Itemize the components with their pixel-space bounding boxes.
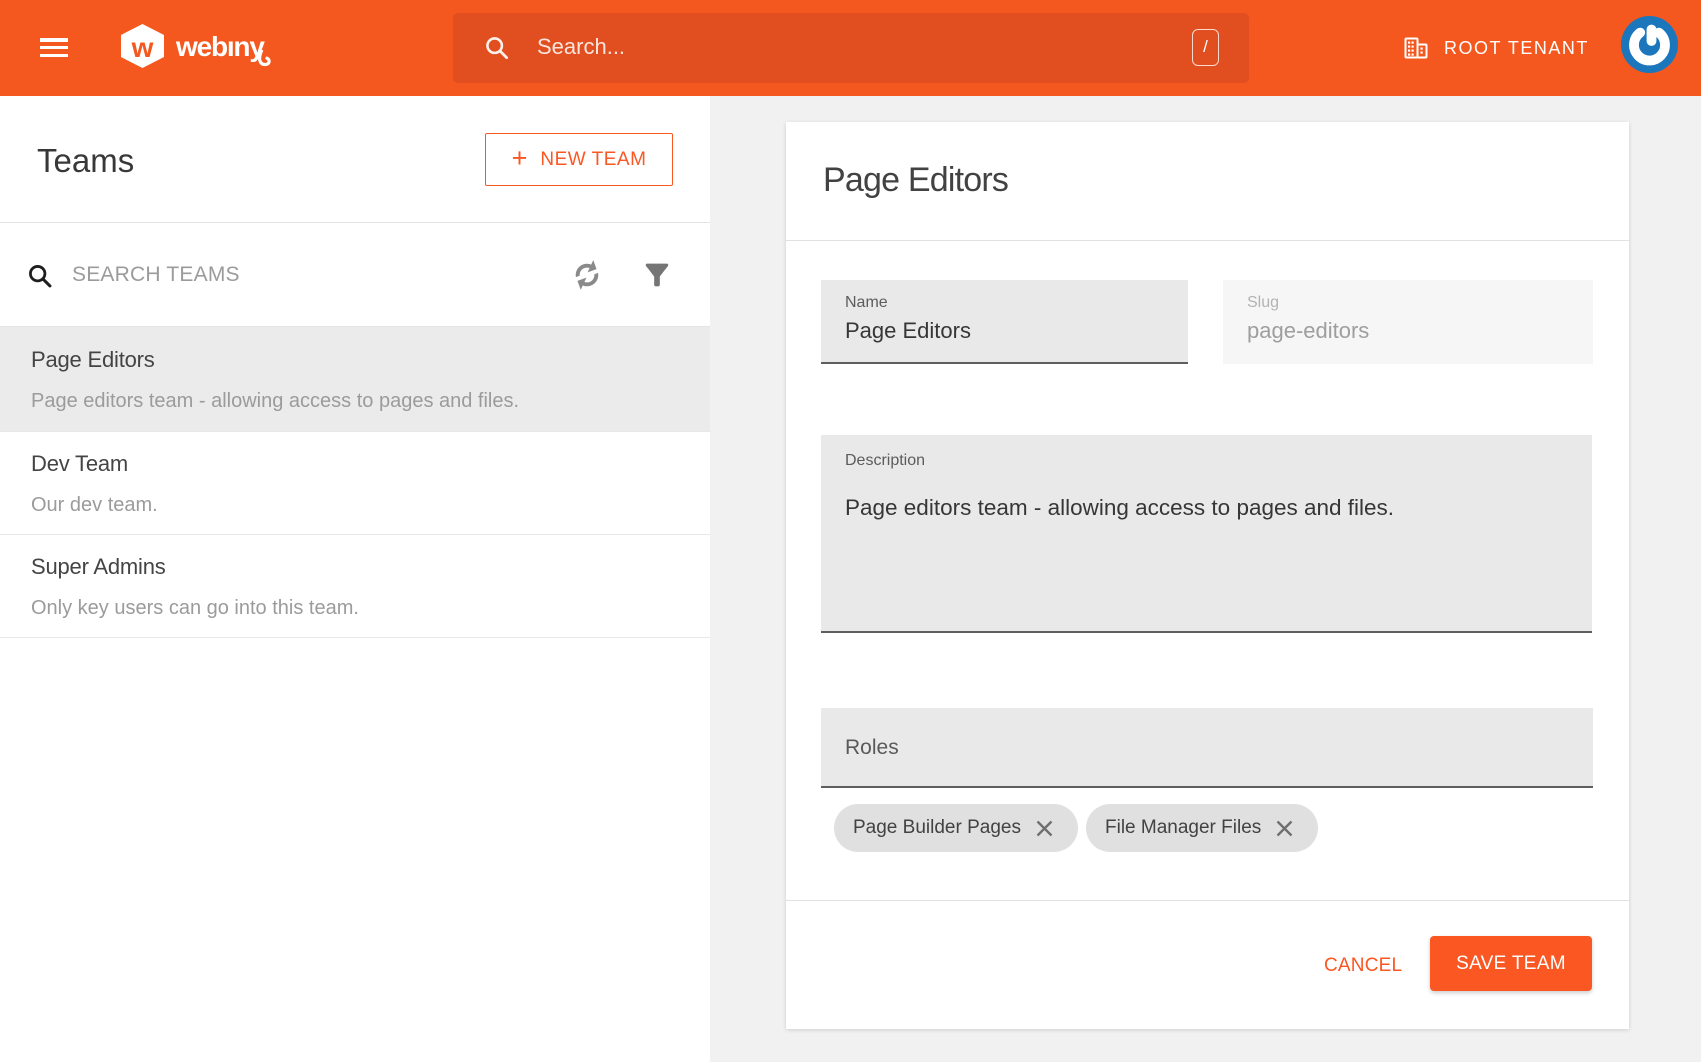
svg-text:w: w [131, 32, 154, 63]
